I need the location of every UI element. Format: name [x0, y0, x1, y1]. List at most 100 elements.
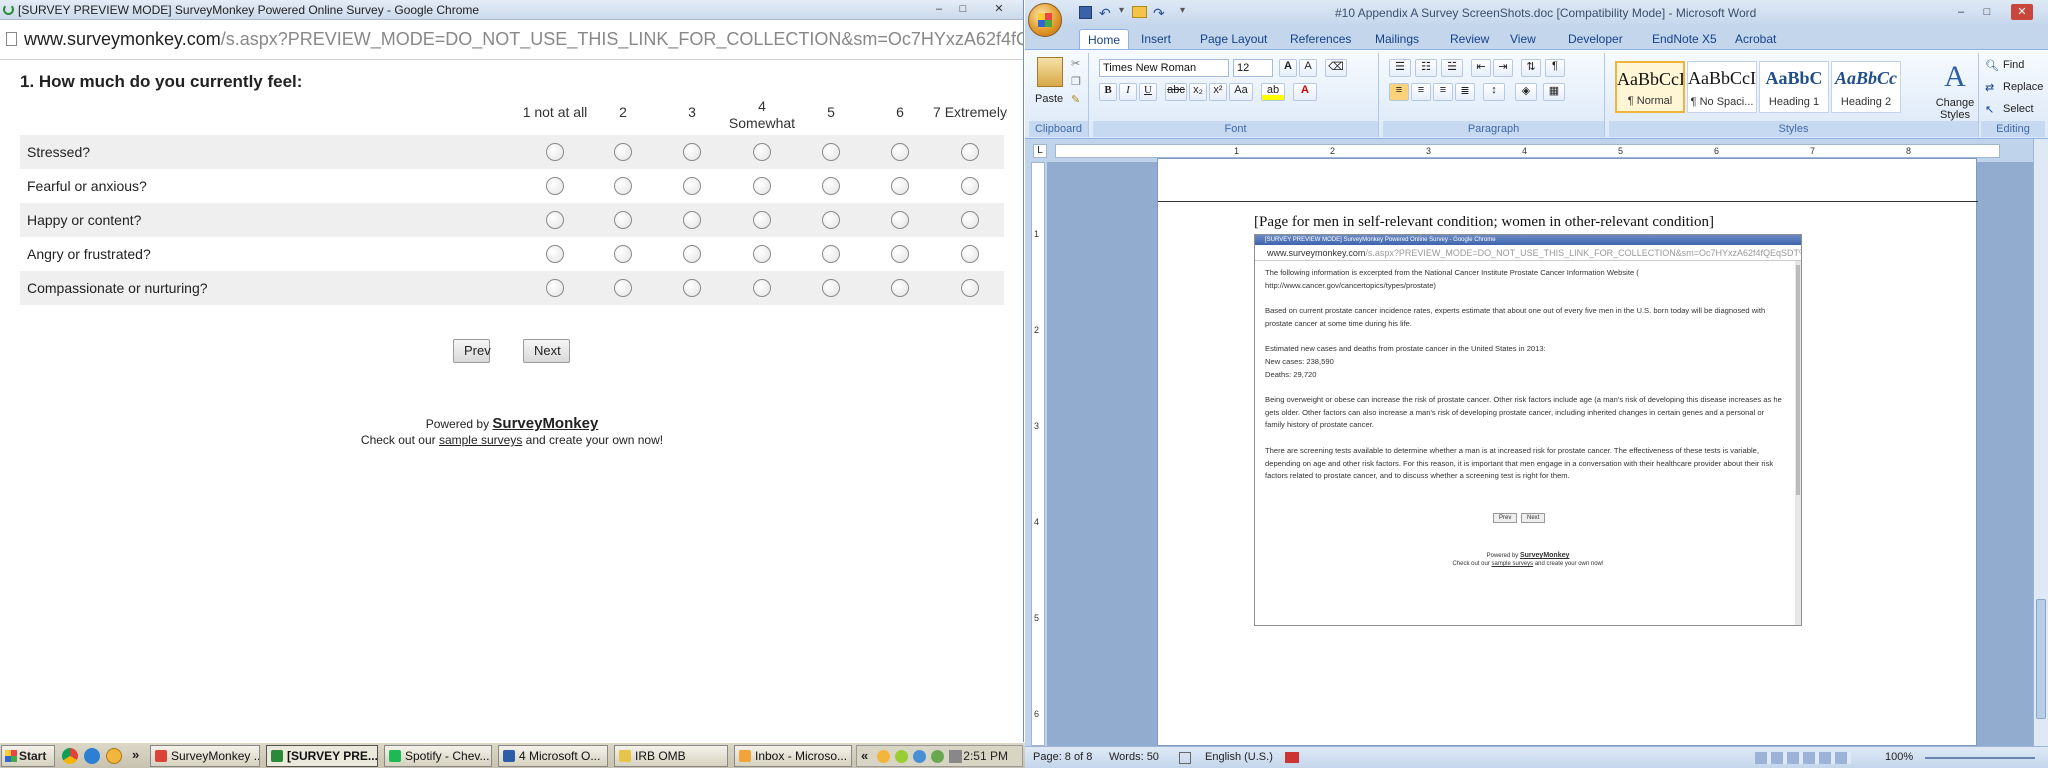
security-tray-icon[interactable]	[931, 750, 944, 763]
scroll-thumb[interactable]	[2036, 599, 2046, 719]
prev-button[interactable]: Prev	[453, 339, 491, 363]
page-count[interactable]: Page: 8 of 8	[1033, 751, 1092, 763]
shading-icon[interactable]: ◈	[1515, 83, 1537, 101]
align-center-icon[interactable]: ≡	[1411, 83, 1431, 101]
customize-qat-icon[interactable]: ▾	[1180, 5, 1185, 16]
paste-button[interactable]: Paste	[1035, 93, 1063, 105]
paste-icon[interactable]	[1037, 57, 1063, 87]
taskbar-task-1[interactable]: SurveyMonkey ...	[150, 745, 260, 767]
open-folder-icon[interactable]	[1132, 6, 1147, 18]
multilevel-list-icon[interactable]: ☱	[1441, 59, 1463, 77]
shrink-font-icon[interactable]: A	[1299, 59, 1317, 77]
radio-option-3[interactable]	[683, 143, 701, 161]
radio-option-2[interactable]	[614, 279, 632, 297]
word-count[interactable]: Words: 50	[1109, 751, 1159, 763]
highlight-icon[interactable]: ab	[1261, 83, 1285, 101]
show-marks-icon[interactable]: ¶	[1545, 59, 1565, 77]
tab-selector-icon[interactable]: L	[1033, 144, 1047, 158]
redo-icon[interactable]: ↷	[1153, 5, 1165, 22]
radio-option-5[interactable]	[822, 211, 840, 229]
superscript-icon[interactable]: x²	[1209, 83, 1227, 101]
tab-endnote-x5[interactable]: EndNote X5	[1652, 29, 1717, 49]
taskbar-task-5[interactable]: IRB OMB	[614, 745, 728, 767]
change-styles-button[interactable]: Change Styles	[1935, 97, 1975, 121]
bullets-icon[interactable]: ☰	[1389, 59, 1411, 77]
radio-option-6[interactable]	[891, 211, 909, 229]
replace-button[interactable]: Replace	[2003, 81, 2043, 93]
font-size-select[interactable]: 12	[1233, 59, 1273, 77]
align-right-icon[interactable]: ≡	[1433, 83, 1453, 101]
borders-icon[interactable]: ▦	[1543, 83, 1565, 101]
font-color-icon[interactable]: A	[1293, 83, 1317, 101]
justify-icon[interactable]: ≣	[1455, 83, 1475, 101]
radio-option-2[interactable]	[614, 245, 632, 263]
radio-option-4[interactable]	[753, 245, 771, 263]
style-2[interactable]: AaBbCcI ¶ No Spaci...	[1687, 61, 1757, 113]
taskbar-task-4[interactable]: 4 Microsoft O...	[498, 745, 608, 767]
surveymonkey-link[interactable]: SurveyMonkey	[492, 415, 598, 432]
undo-dropdown-icon[interactable]: ▾	[1119, 5, 1124, 16]
radio-option-3[interactable]	[683, 279, 701, 297]
copy-icon[interactable]: ❐	[1071, 75, 1081, 88]
decrease-indent-icon[interactable]: ⇤	[1471, 59, 1491, 77]
radio-option-1[interactable]	[546, 143, 564, 161]
word-minimize-button[interactable]: –	[1950, 4, 1972, 20]
tab-page-layout[interactable]: Page Layout	[1200, 29, 1267, 49]
font-name-select[interactable]: Times New Roman	[1099, 59, 1229, 77]
radio-option-5[interactable]	[822, 279, 840, 297]
style-4[interactable]: AaBbCc Heading 2	[1831, 61, 1901, 113]
quicklaunch-more-icon[interactable]: »	[132, 747, 139, 762]
next-button[interactable]: Next	[523, 339, 570, 363]
radio-option-1[interactable]	[546, 279, 564, 297]
clock[interactable]: 2:51 PM	[963, 749, 1008, 763]
bold-icon[interactable]: B	[1099, 83, 1117, 101]
tab-view[interactable]: View	[1510, 29, 1536, 49]
select-button[interactable]: Select	[2003, 103, 2034, 115]
radio-option-6[interactable]	[891, 143, 909, 161]
view-buttons[interactable]	[1755, 752, 1851, 764]
cut-icon[interactable]: ✂	[1071, 57, 1080, 70]
chrome-quicklaunch-icon[interactable]	[62, 748, 78, 764]
radio-option-3[interactable]	[683, 177, 701, 195]
office-button[interactable]	[1028, 3, 1062, 37]
radio-option-3[interactable]	[683, 245, 701, 263]
tab-review[interactable]: Review	[1450, 29, 1489, 49]
proofing-icon[interactable]	[1179, 752, 1191, 764]
taskbar-task-6[interactable]: Inbox - Microso...	[734, 745, 852, 767]
radio-option-2[interactable]	[614, 143, 632, 161]
style-1[interactable]: AaBbCcI ¶ Normal	[1615, 61, 1685, 113]
radio-option-7[interactable]	[961, 143, 979, 161]
document-page[interactable]: [Page for men in self-relevant condition…	[1157, 158, 1978, 746]
chrome-minimize-button[interactable]: –	[928, 1, 950, 17]
tray-app-icon[interactable]	[877, 750, 890, 763]
tab-insert[interactable]: Insert	[1141, 29, 1171, 49]
zoom-slider[interactable]	[1925, 757, 2035, 759]
tab-references[interactable]: References	[1290, 29, 1351, 49]
url-text[interactable]: www.surveymonkey.com/s.aspx?PREVIEW_MODE…	[24, 29, 1023, 50]
volume-tray-icon[interactable]	[949, 750, 962, 763]
radio-option-1[interactable]	[546, 245, 564, 263]
radio-option-1[interactable]	[546, 177, 564, 195]
tab-mailings[interactable]: Mailings	[1375, 29, 1419, 49]
radio-option-1[interactable]	[546, 211, 564, 229]
vertical-ruler[interactable]: 1 2 3 4 5 6	[1031, 162, 1045, 746]
save-icon[interactable]	[1079, 6, 1092, 19]
radio-option-4[interactable]	[753, 211, 771, 229]
network-tray-icon[interactable]	[913, 750, 926, 763]
style-3[interactable]: AaBbC Heading 1	[1759, 61, 1829, 113]
radio-option-2[interactable]	[614, 177, 632, 195]
spotify-tray-icon[interactable]	[895, 750, 908, 763]
change-case-icon[interactable]: Aa	[1229, 83, 1253, 101]
tab-developer[interactable]: Developer	[1568, 29, 1623, 49]
language[interactable]: English (U.S.)	[1205, 751, 1273, 763]
change-styles-icon[interactable]: A	[1939, 61, 1971, 93]
radio-option-5[interactable]	[822, 177, 840, 195]
taskbar-task-3[interactable]: Spotify - Chev...	[384, 745, 492, 767]
tab-acrobat[interactable]: Acrobat	[1735, 29, 1776, 49]
radio-option-6[interactable]	[891, 177, 909, 195]
italic-icon[interactable]: I	[1119, 83, 1137, 101]
sample-surveys-link[interactable]: sample surveys	[439, 433, 522, 447]
zoom-level[interactable]: 100%	[1885, 751, 1913, 763]
taskbar-task-2[interactable]: [SURVEY PRE...	[266, 745, 378, 767]
document-scrollbar[interactable]	[2033, 139, 2048, 746]
